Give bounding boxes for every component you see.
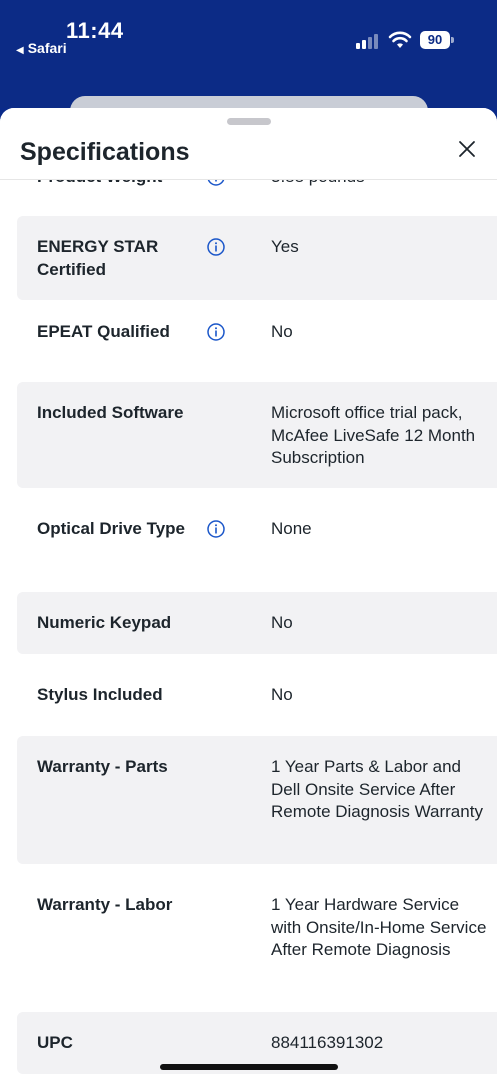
spec-value: No xyxy=(271,322,293,341)
back-app-label: Safari xyxy=(27,40,67,56)
spec-row: ENERGY STAR Certified Yes xyxy=(17,216,497,300)
spec-label: Warranty - Parts xyxy=(37,757,168,776)
sheet-grabber[interactable] xyxy=(227,118,271,125)
wifi-icon xyxy=(388,31,412,48)
sheet-header: Specifications xyxy=(0,108,497,180)
info-icon[interactable] xyxy=(207,323,225,341)
info-icon[interactable] xyxy=(207,520,225,538)
spec-value: No xyxy=(271,613,293,632)
spec-row: Numeric Keypad No xyxy=(17,592,497,654)
cellular-signal-icon xyxy=(356,33,382,49)
home-indicator xyxy=(160,1064,338,1070)
battery-icon: 90 xyxy=(420,31,454,49)
spec-row: EPEAT Qualified No xyxy=(17,300,497,382)
spec-label: Optical Drive Type xyxy=(37,519,186,538)
sheet-title: Specifications xyxy=(20,138,190,166)
spec-label: EPEAT Qualified xyxy=(37,322,170,341)
specifications-list: Product Weight 3.88 pounds ENERGY STAR C… xyxy=(0,146,497,1074)
back-to-app-link[interactable]: ◀ Safari xyxy=(16,40,67,56)
specifications-sheet: Product Weight 3.88 pounds ENERGY STAR C… xyxy=(0,108,497,1080)
spec-label: Included Software xyxy=(37,403,184,422)
spec-value: None xyxy=(271,519,312,538)
spec-value: Microsoft office trial pack, McAfee Live… xyxy=(271,403,476,467)
close-button[interactable] xyxy=(452,134,482,164)
close-icon xyxy=(459,141,475,157)
spec-label: UPC xyxy=(37,1033,73,1052)
spec-row: Optical Drive Type None xyxy=(17,488,497,592)
spec-label: Numeric Keypad xyxy=(37,613,172,632)
spec-value: Yes xyxy=(271,237,299,256)
spec-value: 884116391302 xyxy=(271,1033,384,1052)
back-triangle-icon: ◀ xyxy=(16,45,24,56)
status-bar: 11:44 ◀ Safari 90 xyxy=(0,0,497,108)
battery-level: 90 xyxy=(420,31,450,49)
spec-label: Warranty - Labor xyxy=(37,895,173,914)
spec-row: Stylus Included No xyxy=(17,654,497,736)
spec-row: Warranty - Labor 1 Year Hardware Service… xyxy=(17,864,497,1012)
spec-row: Included Software Microsoft office trial… xyxy=(17,382,497,488)
status-time: 11:44 xyxy=(66,18,124,43)
spec-value: 1 Year Hardware Service with Onsite/In-H… xyxy=(271,895,487,959)
spec-label: Stylus Included xyxy=(37,685,163,704)
spec-label: ENERGY STAR Certified xyxy=(37,237,159,279)
spec-value: No xyxy=(271,685,293,704)
info-icon[interactable] xyxy=(207,238,225,256)
spec-value: 1 Year Parts & Labor and Dell Onsite Ser… xyxy=(271,757,483,821)
spec-row: Warranty - Parts 1 Year Parts & Labor an… xyxy=(17,736,497,864)
